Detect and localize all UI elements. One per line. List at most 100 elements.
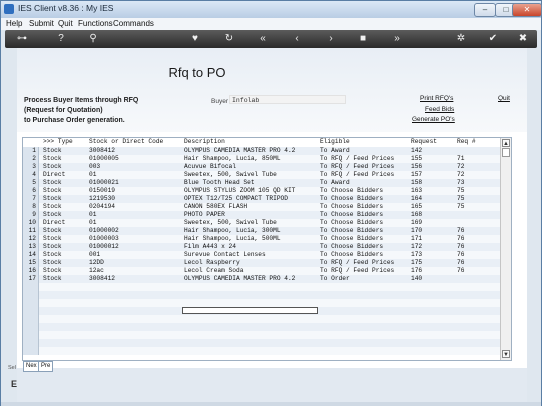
- table-row[interactable]: [23, 283, 501, 291]
- grid-scrollbar[interactable]: ▲ ▼: [500, 138, 511, 360]
- cell-reqno[interactable]: 76: [457, 227, 464, 235]
- cell-eligible[interactable]: To RFQ / Feed Prices: [320, 163, 394, 171]
- cell-eligible[interactable]: To Order: [320, 275, 350, 283]
- cell-code[interactable]: 3008412: [89, 275, 115, 283]
- cell-eligible[interactable]: To Award: [320, 179, 350, 187]
- table-row[interactable]: 14 Stock 001 Surevue Contact Lenses To Choos…: [23, 251, 501, 259]
- cell-description[interactable]: Acuvue Bifocal: [184, 163, 236, 171]
- cell-code[interactable]: 01: [89, 219, 96, 227]
- cell-code[interactable]: 01000005: [89, 155, 119, 163]
- cell-description[interactable]: OLYMPUS CAMEDIA MASTER PRO 4.2: [184, 147, 295, 155]
- cell-description[interactable]: OLYMPUS CAMEDIA MASTER PRO 4.2: [184, 275, 295, 283]
- cell-request[interactable]: 170: [411, 227, 422, 235]
- cell-eligible[interactable]: To Choose Bidders: [320, 219, 383, 227]
- table-row[interactable]: [23, 315, 501, 323]
- table-row[interactable]: 7 Stock 1219530 OPTEX T12/T25 COMPACT TRIPO…: [23, 195, 501, 203]
- cell-type[interactable]: Stock: [43, 147, 62, 155]
- cell-type[interactable]: Stock: [43, 259, 62, 267]
- cell-type[interactable]: Stock: [43, 211, 62, 219]
- cell-code[interactable]: 003: [89, 163, 100, 171]
- table-row[interactable]: 9 Stock 01 PHOTO PAPER To Choose Bidders 168: [23, 211, 501, 219]
- cell-code[interactable]: 0150019: [89, 187, 115, 195]
- cell-description[interactable]: Lecol Raspberry: [184, 259, 240, 267]
- cell-type[interactable]: Stock: [43, 251, 62, 259]
- col-type[interactable]: >>> Type: [43, 138, 73, 146]
- cell-request[interactable]: 142: [411, 147, 422, 155]
- cell-type[interactable]: Stock: [43, 243, 62, 251]
- menu-functions[interactable]: Functions: [78, 19, 113, 28]
- rewind-icon[interactable]: «: [255, 32, 271, 46]
- cell-reqno[interactable]: 76: [457, 235, 464, 243]
- scroll-thumb[interactable]: [502, 148, 510, 157]
- cell-code[interactable]: 01: [89, 211, 96, 219]
- key-icon[interactable]: ⊶: [11, 32, 33, 46]
- cell-type[interactable]: Stock: [43, 267, 62, 275]
- cell-type[interactable]: Stock: [43, 235, 62, 243]
- cell-request[interactable]: 157: [411, 171, 422, 179]
- generate-pos-link[interactable]: Generate PO's: [412, 116, 455, 123]
- cell-request[interactable]: 168: [411, 211, 422, 219]
- col-eligible[interactable]: Eligible: [320, 138, 350, 146]
- check-icon[interactable]: ✔: [485, 32, 501, 46]
- cell-reqno[interactable]: 75: [457, 203, 464, 211]
- quit-link[interactable]: Quit: [498, 95, 510, 102]
- cell-description[interactable]: Hair Shampoo, Lucia, 500ML: [184, 235, 281, 243]
- cell-eligible[interactable]: To Choose Bidders: [320, 227, 383, 235]
- cell-code[interactable]: 01000002: [89, 227, 119, 235]
- cell-code[interactable]: 01000012: [89, 243, 119, 251]
- cell-description[interactable]: Surevue Contact Lenses: [184, 251, 266, 259]
- cell-reqno[interactable]: 75: [457, 187, 464, 195]
- cell-reqno[interactable]: 71: [457, 155, 464, 163]
- cell-eligible[interactable]: To Choose Bidders: [320, 187, 383, 195]
- table-row[interactable]: 4 Direct 01 Sweetex, 500, Swivel Tube To RFQ…: [23, 171, 501, 179]
- cell-description[interactable]: OPTEX T12/T25 COMPACT TRIPOD: [184, 195, 288, 203]
- cell-reqno[interactable]: 75: [457, 195, 464, 203]
- cell-reqno[interactable]: 76: [457, 243, 464, 251]
- cell-code[interactable]: 01: [89, 171, 96, 179]
- gear-icon[interactable]: ✲: [453, 32, 469, 46]
- table-row[interactable]: [23, 331, 501, 339]
- cell-eligible[interactable]: To Choose Bidders: [320, 203, 383, 211]
- table-row[interactable]: 13 Stock 01000012 Film A443 x 24 To Choose B…: [23, 243, 501, 251]
- close-icon[interactable]: ✖: [515, 32, 531, 46]
- table-row[interactable]: 12 Stock 01000003 Hair Shampoo, Lucia, 500M…: [23, 235, 501, 243]
- cell-description[interactable]: Hair Shampoo, Lucia, 300ML: [184, 227, 281, 235]
- cell-description[interactable]: PHOTO PAPER: [184, 211, 225, 219]
- refresh-icon[interactable]: ↻: [221, 32, 237, 46]
- cell-request[interactable]: 176: [411, 267, 422, 275]
- cell-request[interactable]: 171: [411, 235, 422, 243]
- col-code[interactable]: Stock or Direct Code: [89, 138, 163, 146]
- cell-code[interactable]: 1219530: [89, 195, 115, 203]
- cell-request[interactable]: 163: [411, 187, 422, 195]
- cell-reqno[interactable]: 72: [457, 163, 464, 171]
- cell-code[interactable]: 01000021: [89, 179, 119, 187]
- search-icon[interactable]: ⚲: [85, 32, 101, 46]
- help-icon[interactable]: ?: [53, 32, 69, 46]
- cell-request[interactable]: 155: [411, 155, 422, 163]
- cell-request[interactable]: 165: [411, 203, 422, 211]
- cell-description[interactable]: CANON 580EX FLASH: [184, 203, 247, 211]
- table-row[interactable]: [23, 323, 501, 331]
- table-row[interactable]: 10 Direct 01 Sweetex, 500, Swivel Tube To Ch…: [23, 219, 501, 227]
- cell-eligible[interactable]: To RFQ / Feed Prices: [320, 259, 394, 267]
- col-request[interactable]: Request: [411, 138, 437, 146]
- cell-reqno[interactable]: 76: [457, 251, 464, 259]
- cell-eligible[interactable]: To Choose Bidders: [320, 251, 383, 259]
- cell-description[interactable]: Sweetex, 500, Swivel Tube: [184, 171, 277, 179]
- cell-description[interactable]: Hair Shampoo, Lucia, 850ML: [184, 155, 281, 163]
- heart-icon[interactable]: ♥: [187, 32, 203, 46]
- menu-help[interactable]: Help: [6, 19, 22, 28]
- cell-eligible[interactable]: To RFQ / Feed Prices: [320, 155, 394, 163]
- cell-type[interactable]: Stock: [43, 155, 62, 163]
- cell-request[interactable]: 173: [411, 251, 422, 259]
- cell-type[interactable]: Stock: [43, 203, 62, 211]
- table-row[interactable]: 8 Stock 0204194 CANON 580EX FLASH To Choose …: [23, 203, 501, 211]
- cell-type[interactable]: Stock: [43, 187, 62, 195]
- cell-reqno[interactable]: 73: [457, 179, 464, 187]
- fast-forward-icon[interactable]: »: [389, 32, 405, 46]
- minimize-button[interactable]: –: [474, 3, 496, 17]
- cell-request[interactable]: 156: [411, 163, 422, 171]
- back-icon[interactable]: ‹: [289, 32, 305, 46]
- cell-reqno[interactable]: 72: [457, 171, 464, 179]
- col-reqno[interactable]: Req #: [457, 138, 476, 146]
